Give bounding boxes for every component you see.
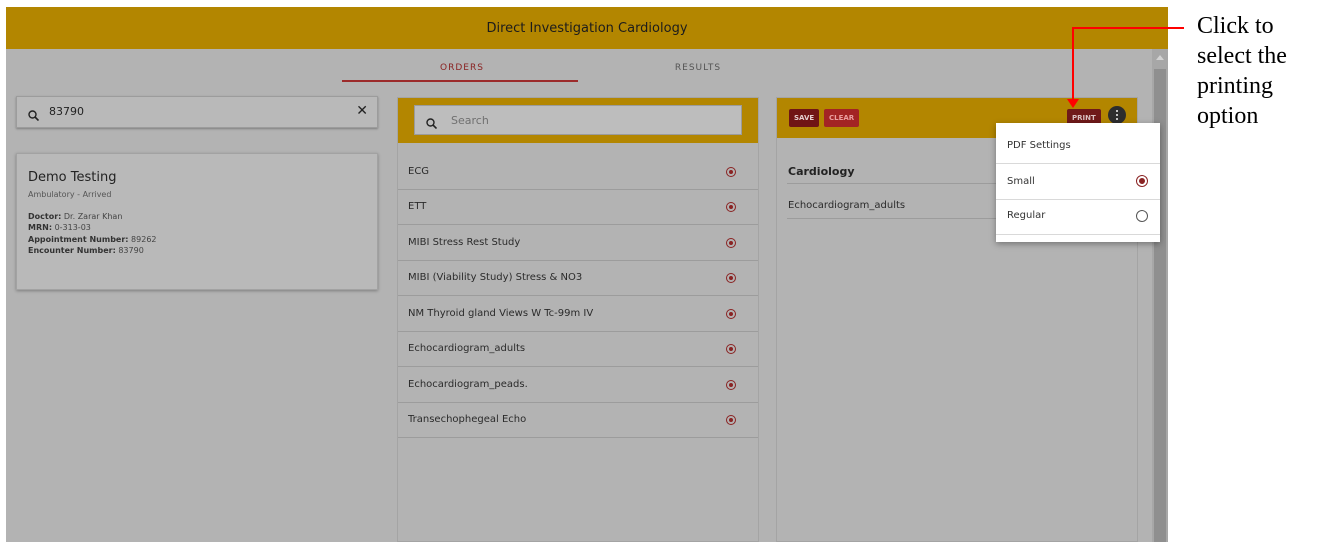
more-vert-icon[interactable] — [1108, 106, 1126, 124]
add-circle-icon[interactable] — [726, 344, 736, 354]
menu-item-regular[interactable]: Regular — [1007, 210, 1045, 221]
clear-button[interactable]: CLEAR — [824, 109, 860, 127]
list-item[interactable]: MIBI (Viability Study) Stress & NO3 — [398, 261, 758, 296]
scroll-up-icon[interactable] — [1156, 55, 1164, 60]
list-item[interactable]: MIBI Stress Rest Study — [398, 226, 758, 261]
search-icon — [426, 114, 438, 133]
patient-search-input[interactable]: 83790 — [49, 105, 84, 118]
divider — [996, 163, 1160, 164]
add-circle-icon[interactable] — [726, 238, 736, 248]
divider — [996, 199, 1160, 200]
orders-search-input[interactable]: Search — [451, 114, 489, 127]
save-button[interactable]: SAVE — [789, 109, 820, 127]
patient-name: Demo Testing — [28, 170, 117, 185]
cart-item[interactable]: Echocardiogram_adults — [788, 200, 905, 211]
menu-item-small[interactable]: Small — [1007, 176, 1035, 187]
patient-mrn: MRN: 0-313-03 — [28, 223, 91, 232]
annotation-note: Click to select the printing option — [1197, 13, 1287, 129]
app-window: Direct Investigation Cardiology ORDERS R… — [6, 7, 1168, 542]
patient-appointment: Appointment Number: 89262 — [28, 235, 157, 244]
list-item[interactable]: Transechophegeal Echo — [398, 403, 758, 438]
orders-panel-header: Search — [398, 98, 758, 143]
close-icon[interactable]: ✕ — [356, 103, 368, 119]
add-circle-icon[interactable] — [726, 309, 736, 319]
annotation-arrow-head — [1067, 99, 1079, 108]
patient-status: Ambulatory - Arrived — [28, 190, 112, 199]
list-item[interactable]: ETT — [398, 190, 758, 225]
patient-doctor: Doctor: Dr. Zarar Khan — [28, 212, 123, 221]
list-item[interactable]: NM Thyroid gland Views W Tc-99m IV — [398, 297, 758, 332]
search-icon — [28, 106, 40, 125]
list-item[interactable]: Echocardiogram_adults — [398, 332, 758, 367]
tab-bar: ORDERS RESULTS — [6, 49, 1146, 81]
pdf-settings-title: PDF Settings — [1007, 140, 1071, 151]
patient-encounter: Encounter Number: 83790 — [28, 246, 144, 255]
patient-search-box[interactable]: 83790 ✕ — [16, 96, 378, 128]
orders-panel: Search ECG ETT MIBI Stress Rest Study MI… — [397, 97, 759, 542]
orders-search-box[interactable]: Search — [414, 105, 742, 135]
patient-card[interactable]: Demo Testing Ambulatory - Arrived Doctor… — [16, 153, 378, 290]
add-circle-icon[interactable] — [726, 415, 736, 425]
add-circle-icon[interactable] — [726, 202, 736, 212]
radio-regular[interactable] — [1136, 210, 1148, 222]
annotation-arrow — [1074, 27, 1184, 29]
cart-section-heading: Cardiology — [788, 165, 855, 178]
tab-orders[interactable]: ORDERS — [344, 63, 580, 73]
radio-small[interactable] — [1136, 175, 1148, 187]
list-item[interactable]: Echocardiogram_peads. — [398, 368, 758, 403]
pdf-settings-menu: PDF Settings Small Regular — [996, 123, 1160, 242]
active-tab-indicator — [342, 80, 578, 82]
add-circle-icon[interactable] — [726, 273, 736, 283]
app-header: Direct Investigation Cardiology — [6, 7, 1168, 49]
add-circle-icon[interactable] — [726, 380, 736, 390]
annotation-arrow — [1072, 27, 1074, 101]
list-item[interactable]: ECG — [398, 155, 758, 190]
divider — [996, 234, 1160, 235]
tab-results[interactable]: RESULTS — [580, 63, 816, 73]
add-circle-icon[interactable] — [726, 167, 736, 177]
page-title: Direct Investigation Cardiology — [486, 20, 688, 36]
